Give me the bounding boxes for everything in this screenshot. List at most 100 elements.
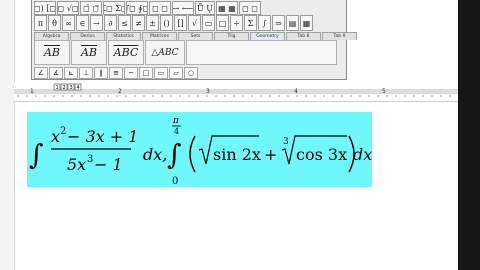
tab-tab-8[interactable]: Tab 8 (286, 32, 321, 40)
divide-icon[interactable]: ÷ (230, 15, 243, 31)
triangle-template-icon[interactable]: △ABC (145, 40, 185, 65)
parallel-icon[interactable]: ∥ (94, 67, 108, 79)
ruler-tab-stop[interactable]: 2 (60, 83, 68, 91)
fence-templates-icon[interactable]: (◻) [◻] (34, 1, 56, 15)
symbol-palette-row-2: π θ ∞ ∈ → ∂ ≤ ≠ ±()[] √ ▭ □ ÷ Σ ∫ ⇒ ▤ ▦ (34, 15, 314, 31)
integral-sign: ∫ (29, 138, 44, 171)
arrow-icon[interactable]: → (90, 15, 103, 31)
theta-icon[interactable]: θ (48, 15, 61, 31)
svg-text:3: 3 (70, 85, 73, 91)
tab-trig[interactable]: Trig (214, 32, 249, 40)
mathtype-toolbar-window: (◻) [◻]◻ √◻◻̄ ◻⃗Σ◻ Σ◻∫◻ ∮◻◻ ◻→ ⟵Ů Ų▦ ▦◻ … (31, 0, 357, 80)
tab-geometry[interactable]: Geometry (250, 32, 285, 40)
template-tab-bar: Algebra Derivs Statistics Matrices Sets Trig G… (34, 32, 358, 40)
ruler-number: 1 (30, 88, 34, 95)
upper-limit-pi: π (172, 116, 180, 126)
svg-text:1: 1 (56, 85, 59, 91)
product-templates-icon[interactable]: Ů Ų (195, 1, 215, 15)
partial-icon[interactable]: ∂ (104, 15, 117, 31)
brackets-icon[interactable]: [] (174, 15, 187, 31)
arc-template-icon[interactable]: ABC (108, 40, 144, 65)
left-paren (189, 135, 196, 173)
tab-sets[interactable]: Sets (178, 32, 213, 40)
integral-icon[interactable]: ∫ (258, 15, 271, 31)
denominator-5x: 5x (67, 155, 86, 174)
sigma-icon[interactable]: Σ (244, 15, 257, 31)
cube-root-index: 3 (283, 137, 289, 147)
denominator-exponent: 3 (87, 154, 93, 165)
right-edge-panel (458, 0, 480, 270)
box-icon[interactable]: □ (216, 15, 229, 31)
matrix-templates-icon[interactable]: ▦ ▦ (216, 1, 238, 15)
overbar-templates-icon[interactable]: ◻̄ ◻⃗ (80, 1, 102, 15)
upper-limit-four: 4 (174, 127, 179, 136)
tab-matrices[interactable]: Matrices (142, 32, 177, 40)
less-equal-icon[interactable]: ≤ (118, 15, 131, 31)
plus-minus-icon[interactable]: ± (146, 15, 159, 31)
labeled-arrow-templates-icon[interactable]: → ⟵ (172, 1, 194, 15)
ruler-tab-stop[interactable]: 3 (67, 83, 75, 91)
matrix-icon[interactable]: ▤ (286, 15, 299, 31)
ray-template-icon[interactable]: AB (71, 40, 107, 65)
document-left-margin (0, 0, 15, 270)
cube-root-argument: cos 3x (296, 145, 347, 164)
numerator-x: x (51, 127, 60, 146)
horizontal-ruler[interactable]: 123451234 (14, 83, 458, 102)
ruler-number: 5 (382, 88, 386, 95)
perpendicular-icon[interactable]: ⊥ (79, 67, 93, 79)
radical-templates-icon[interactable]: ◻ √◻ (57, 1, 79, 15)
lower-limit-zero: 0 (172, 176, 178, 187)
segment-template-icon[interactable]: AB (34, 40, 70, 65)
measured-angle-icon[interactable]: ∡ (49, 67, 63, 79)
circle-icon[interactable]: ○ (184, 67, 198, 79)
dx-comma: dx, (143, 145, 167, 164)
ruler-number: 3 (206, 88, 210, 95)
fraction-icon[interactable]: ▭ (202, 15, 215, 31)
ruler-ticks: 1 2 3 4 51 2 3 4 (17, 83, 451, 97)
square-icon[interactable]: □ (139, 67, 153, 79)
underbar-templates-icon[interactable]: ◻ ◻ (149, 1, 171, 15)
parallelogram-icon[interactable]: ▱ (169, 67, 183, 79)
tab-statistics[interactable]: Statistics (106, 32, 141, 40)
rectangle-icon[interactable]: ▭ (154, 67, 168, 79)
geometry-symbol-row: ∠ ∡ ⊾ ⊥ ∥ ≅ ~ □ ▭ ▱ ○ (34, 67, 199, 79)
element-of-icon[interactable]: ∈ (76, 15, 89, 31)
equation-render: ∫ x 2 − 3x + 1 5x 3 − 1 dx, π 4 ∫ 0 sin … (29, 116, 372, 187)
numerator-exponent: 2 (60, 126, 66, 137)
right-angle-icon[interactable]: ⊾ (64, 67, 78, 79)
arc-template-label: ABC (113, 46, 139, 59)
ruler-number: 4 (294, 88, 298, 95)
infinity-icon[interactable]: ∞ (62, 15, 75, 31)
tab-derivs[interactable]: Derivs (70, 32, 105, 40)
box-templates-icon[interactable]: ◻ ◻ (239, 1, 261, 15)
angle-icon[interactable]: ∠ (34, 67, 48, 79)
denominator-rest: − 1 (94, 155, 123, 174)
plus-sign: + (264, 145, 277, 164)
tab-algebra[interactable]: Algebra (34, 32, 69, 40)
ruler-tab-stop[interactable]: 4 (74, 83, 82, 91)
svg-text:4: 4 (77, 85, 80, 91)
tab-tab-9[interactable]: Tab 9 (322, 32, 357, 40)
not-equal-icon[interactable]: ≠ (132, 15, 145, 31)
empty-template-slot (186, 40, 337, 65)
parentheses-icon[interactable]: () (160, 15, 173, 31)
ruler-number: 2 (118, 88, 122, 95)
table-icon[interactable]: ▦ (300, 15, 313, 31)
sqrt-icon[interactable]: √ (188, 15, 201, 31)
ruler-tab-stop[interactable]: 1 (53, 83, 61, 91)
ray-template-label: AB (80, 46, 98, 59)
summation-templates-icon[interactable]: Σ◻ Σ◻ (103, 1, 125, 15)
similar-icon[interactable]: ~ (124, 67, 138, 79)
numerator-rest: − 3x + 1 (67, 127, 138, 146)
implies-icon[interactable]: ⇒ (272, 15, 285, 31)
svg-text:2: 2 (63, 85, 66, 91)
dx-final: dx (353, 145, 372, 164)
sqrt-argument: sin 2x (213, 145, 261, 164)
congruent-icon[interactable]: ≅ (109, 67, 123, 79)
triangle-template-label: △ABC (151, 47, 179, 58)
segment-template-label: AB (43, 46, 61, 59)
pi-icon[interactable]: π (34, 15, 47, 31)
integral-templates-icon[interactable]: ∫◻ ∮◻ (126, 1, 148, 15)
equation-object[interactable]: ∫ x 2 − 3x + 1 5x 3 − 1 dx, π 4 ∫ 0 sin … (27, 112, 372, 187)
integral-sign-2: ∫ (167, 138, 182, 171)
